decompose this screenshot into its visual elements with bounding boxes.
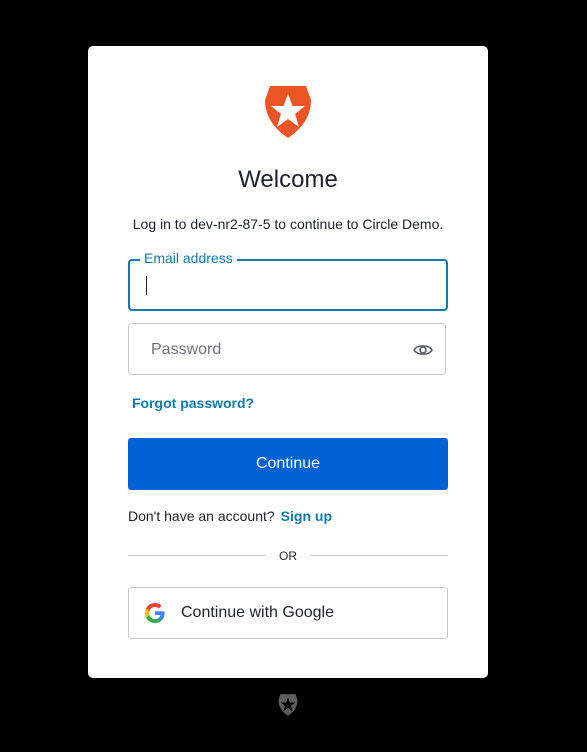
or-divider: OR (128, 549, 448, 563)
password-placeholder: Password (151, 341, 222, 358)
google-login-button[interactable]: Continue with Google (128, 587, 448, 639)
email-field[interactable]: Email address (128, 250, 448, 311)
google-button-label: Continue with Google (181, 604, 334, 621)
divider-label: OR (279, 549, 297, 563)
signup-prompt: Don't have an account? (128, 508, 275, 524)
continue-button[interactable]: Continue (128, 438, 448, 490)
password-field[interactable]: Password (128, 323, 446, 375)
google-icon (145, 603, 165, 623)
text-caret (146, 276, 147, 295)
login-card: Welcome Log in to dev-nr2-87-5 to contin… (88, 46, 488, 678)
page-title: Welcome (238, 166, 338, 193)
signup-link[interactable]: Sign up (281, 508, 332, 524)
email-label: Email address (140, 250, 237, 266)
forgot-password-link[interactable]: Forgot password? (132, 395, 254, 411)
auth0-logo-icon (265, 86, 311, 138)
signup-row: Don't have an account? Sign up (128, 508, 332, 524)
page-subtitle: Log in to dev-nr2-87-5 to continue to Ci… (132, 216, 444, 232)
eye-icon[interactable] (413, 340, 433, 360)
auth0-footer-icon (278, 694, 298, 716)
